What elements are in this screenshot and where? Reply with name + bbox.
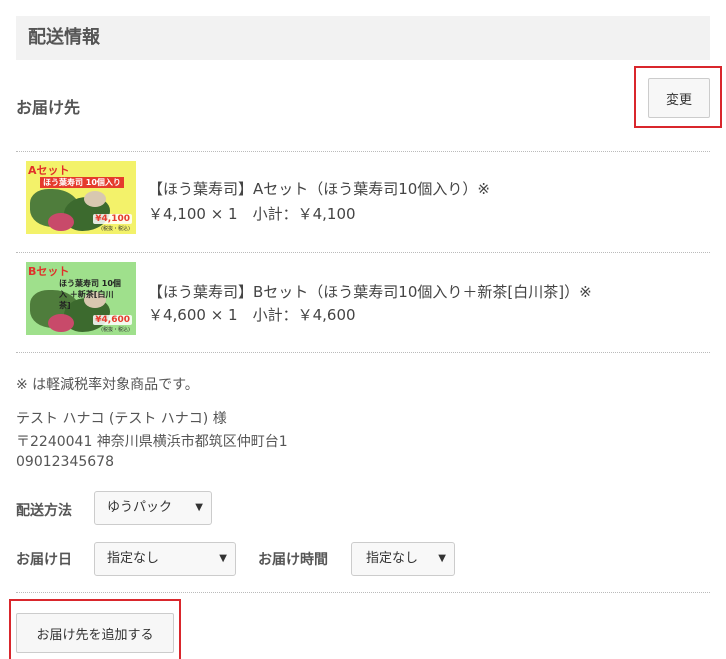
delivery-date-select[interactable]: 指定なし ▼ (94, 542, 236, 576)
chevron-down-icon: ▼ (219, 553, 227, 564)
sushi-image (48, 213, 74, 231)
set-badge: Aセット (28, 164, 70, 177)
product-name[interactable]: 【ほう葉寿司】Aセット（ほう葉寿司10個入り）※ (148, 178, 490, 199)
delivery-date-label: お届け日 (16, 552, 72, 568)
product-price-line: ￥4,600 × 1 小計：￥4,600 (148, 306, 356, 324)
cart-item: Aセット ほう葉寿司 10個入り ¥4,100 (税抜・税込) 【ほう葉寿司】A… (16, 151, 710, 251)
shipping-method-select[interactable]: ゆうパック ▼ (94, 491, 212, 525)
destination-title: お届け先 (16, 98, 81, 117)
thumb-tax-note: (税抜・税込) (101, 226, 130, 232)
chevron-down-icon: ▼ (438, 553, 446, 564)
shipping-method-label: 配送方法 (16, 503, 72, 519)
divider (16, 352, 710, 353)
recipient-address: 〒2240041 神奈川県横浜市都筑区仲町台1 (16, 434, 288, 450)
selected-value: 指定なし (107, 551, 160, 566)
divider (16, 592, 710, 593)
thumb-price: ¥4,600 (93, 315, 132, 325)
selected-value: ゆうパック (107, 500, 173, 515)
sushi-image (48, 314, 74, 332)
sushi-image (84, 191, 106, 207)
section-title: 配送情報 (16, 16, 710, 60)
product-price-line: ￥4,100 × 1 小計：￥4,100 (148, 205, 356, 223)
add-destination-button[interactable]: お届け先を追加する (16, 613, 174, 653)
product-thumbnail[interactable]: Aセット ほう葉寿司 10個入り ¥4,100 (税抜・税込) (26, 161, 136, 234)
reduced-tax-note: ※ は軽減税率対象商品です。 (16, 377, 199, 393)
change-destination-button[interactable]: 変更 (648, 78, 710, 118)
selected-value: 指定なし (366, 551, 419, 566)
product-name[interactable]: 【ほう葉寿司】Bセット（ほう葉寿司10個入り＋新茶[白川茶]）※ (148, 281, 592, 302)
recipient-phone: 09012345678 (16, 454, 114, 470)
recipient-name: テスト ハナコ (テスト ハナコ) 様 (16, 411, 227, 427)
product-thumbnail[interactable]: Bセット ほう葉寿司 10個入 ＋新茶[白川茶] ¥4,600 (税抜・税込) (26, 262, 136, 335)
cart-item: Bセット ほう葉寿司 10個入 ＋新茶[白川茶] ¥4,600 (税抜・税込) … (16, 252, 710, 352)
thumb-tax-note: (税抜・税込) (101, 327, 130, 333)
product-tag: ほう葉寿司 10個入 ＋新茶[白川茶] (59, 279, 121, 310)
delivery-time-select[interactable]: 指定なし ▼ (351, 542, 455, 576)
delivery-time-label: お届け時間 (258, 552, 328, 568)
set-badge: Bセット (28, 265, 70, 278)
thumb-price: ¥4,100 (93, 214, 132, 224)
product-tag: ほう葉寿司 10個入り (40, 177, 124, 188)
chevron-down-icon: ▼ (195, 502, 203, 513)
